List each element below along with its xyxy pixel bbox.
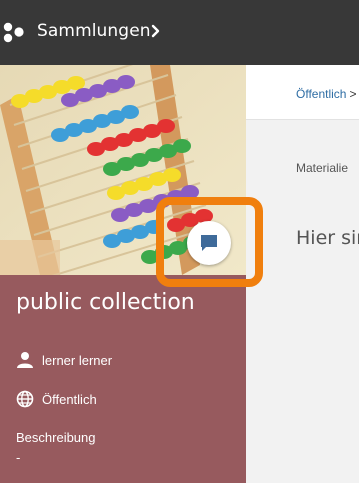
globe-icon [16, 390, 34, 408]
visibility-row: Öffentlich [16, 390, 97, 408]
person-icon [17, 352, 33, 368]
owner-row: lerner lerner [16, 351, 112, 369]
collection-content: Öffentlich> Materialie Hier sin [246, 65, 359, 483]
breadcrumb-link[interactable]: Öffentlich [296, 87, 346, 101]
empty-state-message: Hier sin [296, 227, 359, 249]
materials-heading: Materialie [296, 161, 349, 175]
cluster-dots-icon[interactable] [2, 20, 26, 44]
page-title[interactable]: Sammlungen [37, 21, 151, 41]
description-label: Beschreibung [16, 430, 96, 445]
comment-button[interactable] [187, 221, 231, 265]
chevron-right-icon[interactable] [150, 20, 162, 42]
top-bar: Sammlungen [0, 0, 359, 65]
breadcrumb-bar: Öffentlich > [246, 65, 359, 120]
owner-name: lerner lerner [42, 352, 113, 368]
comment-icon [201, 235, 217, 251]
collection-title: public collection [16, 290, 195, 315]
description-value: - [16, 450, 21, 465]
breadcrumb: Öffentlich > [296, 87, 357, 101]
visibility-label: Öffentlich [42, 391, 97, 407]
breadcrumb-separator: > [349, 87, 357, 101]
collection-info-panel: public collection lerner lerner Öffentli… [0, 275, 246, 483]
collection-sidebar: public collection lerner lerner Öffentli… [0, 65, 246, 483]
